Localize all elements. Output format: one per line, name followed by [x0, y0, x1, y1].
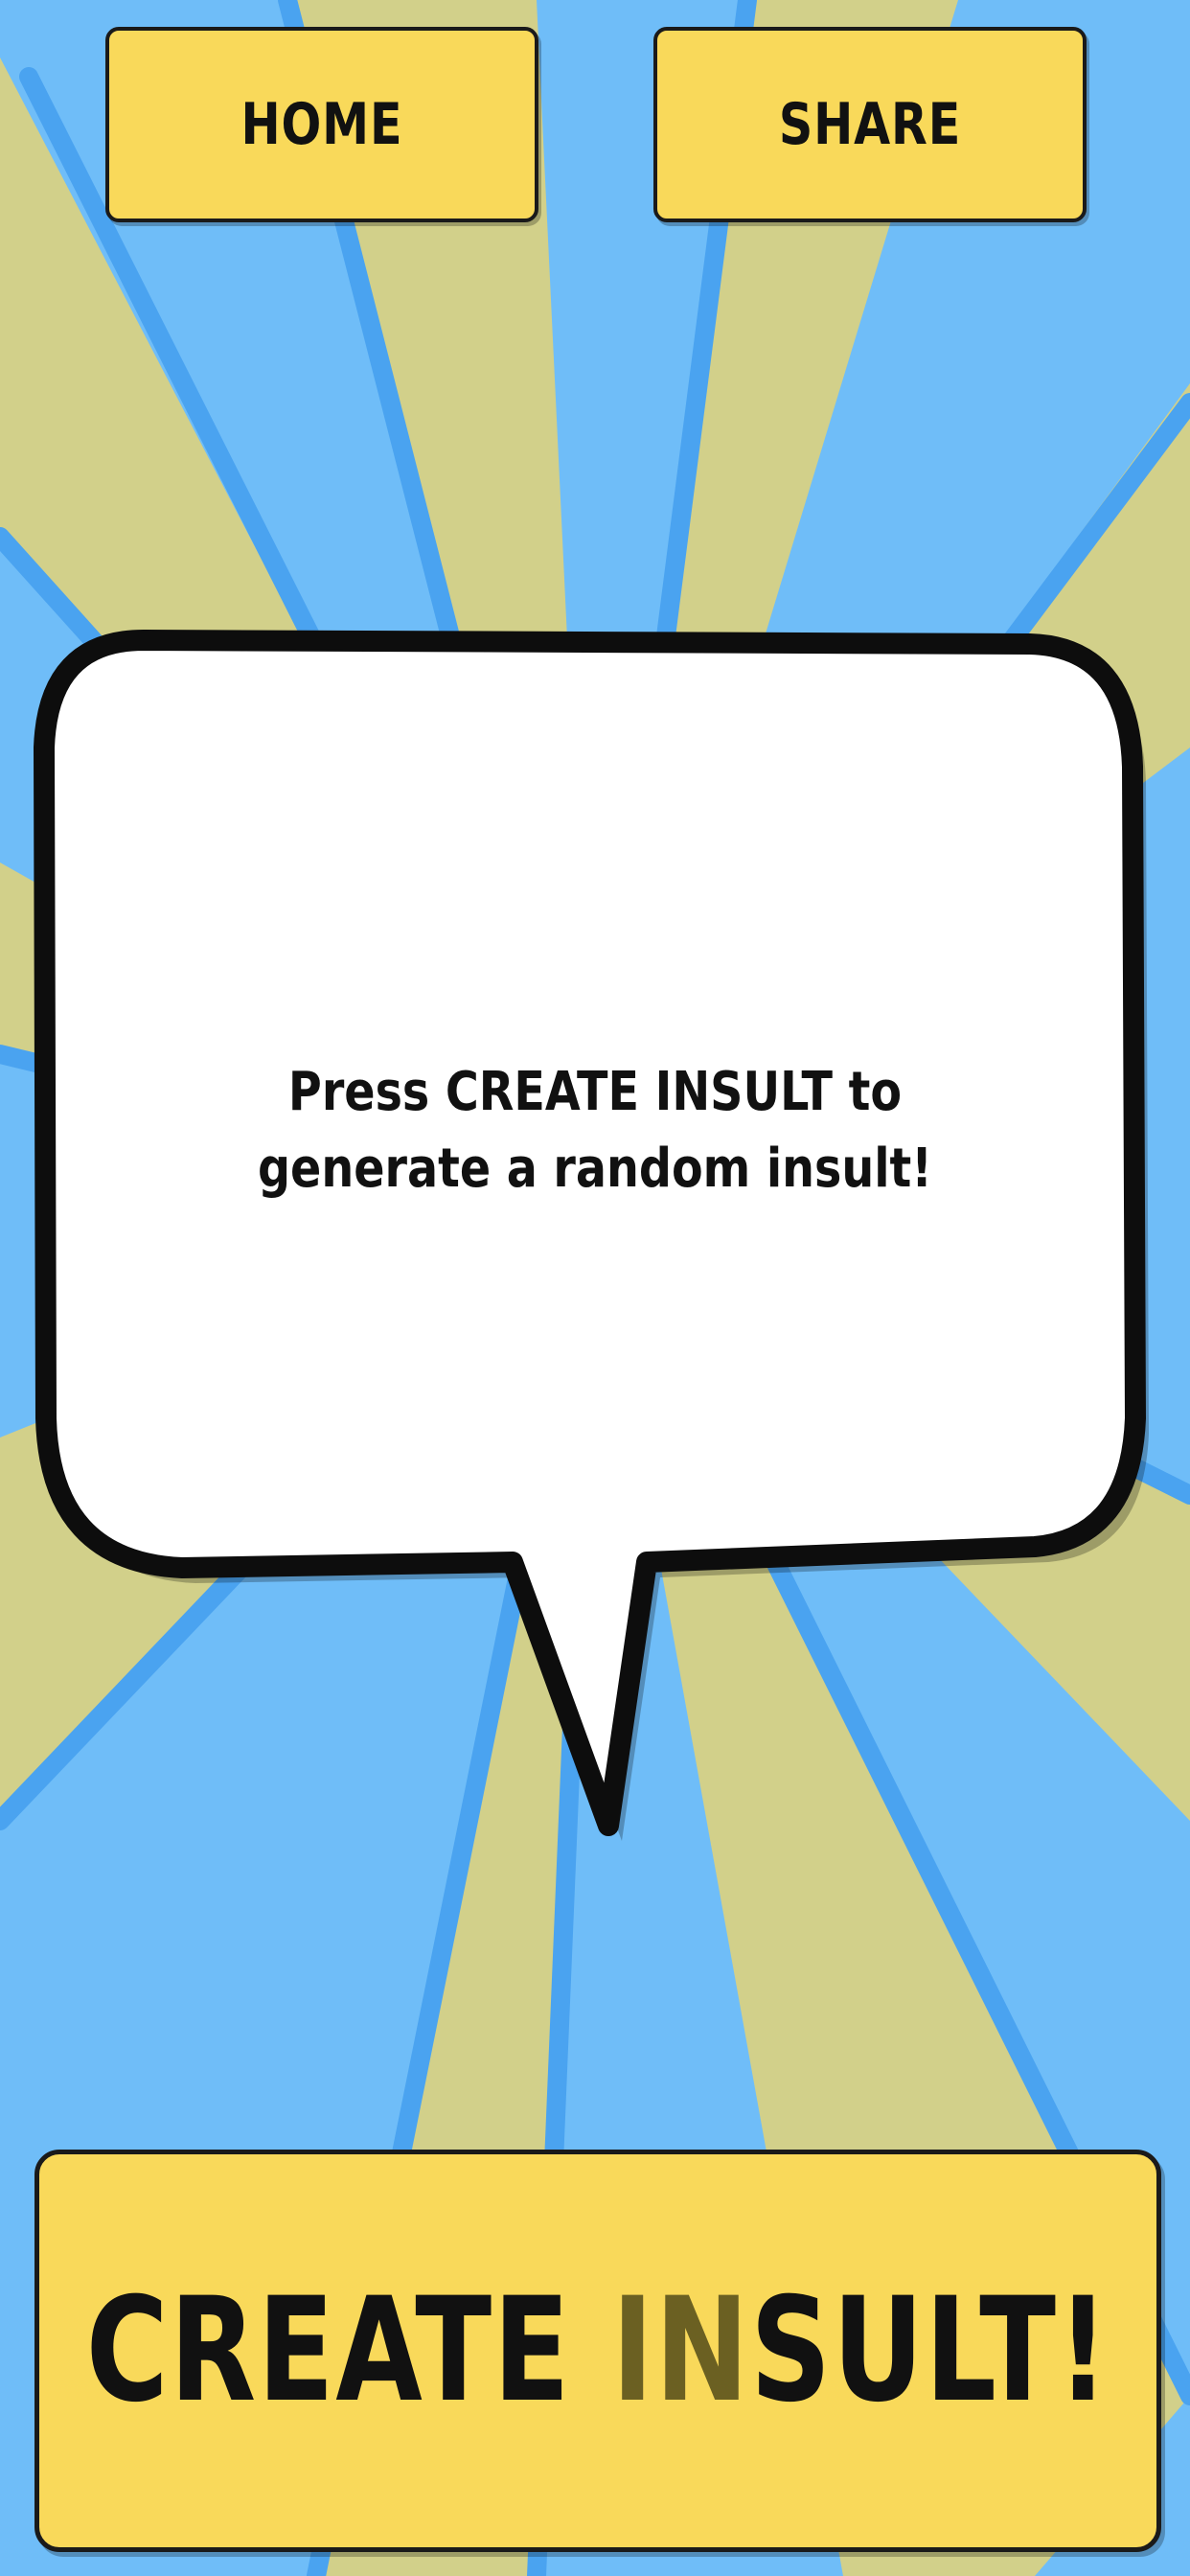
create-insult-label: CREATE INSULT! — [86, 2267, 1110, 2434]
create-label-part3: SULT! — [749, 2267, 1110, 2434]
share-button-label: SHARE — [778, 91, 962, 158]
create-insult-button[interactable]: CREATE INSULT! — [34, 2150, 1161, 2552]
share-button[interactable]: SHARE — [653, 27, 1087, 222]
create-label-part2: IN — [611, 2267, 750, 2434]
insult-message: Press CREATE INSULT to generate a random… — [257, 1061, 933, 1200]
create-label-part1: CREATE — [85, 2267, 612, 2434]
home-button[interactable]: HOME — [105, 27, 538, 222]
home-button-label: HOME — [240, 91, 403, 158]
